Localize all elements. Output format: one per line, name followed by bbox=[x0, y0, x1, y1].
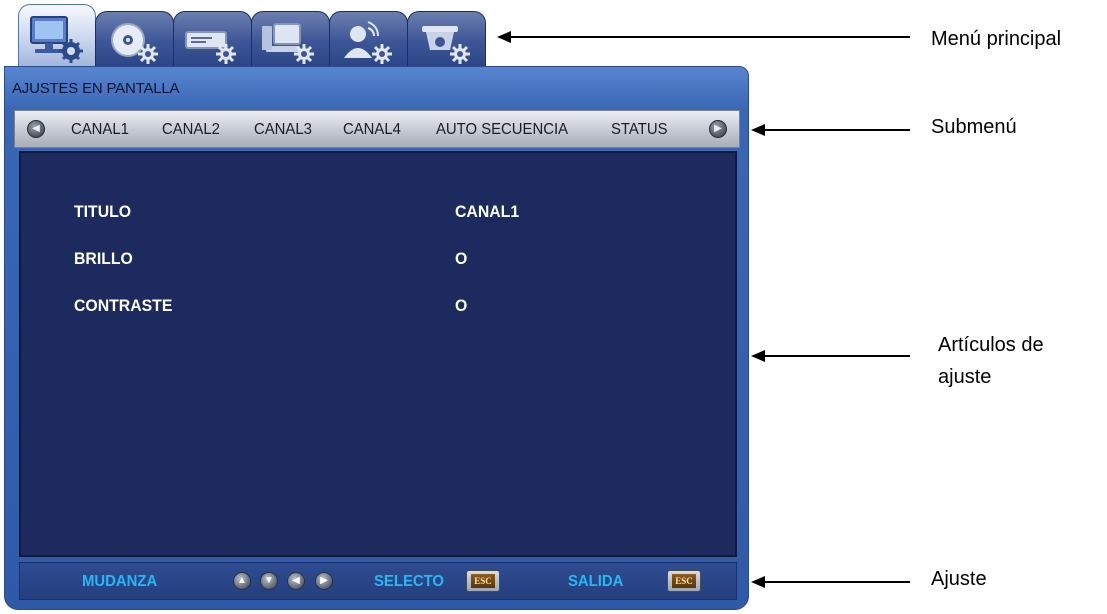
esc-key-label: ESC bbox=[471, 574, 495, 588]
submenu-item-status[interactable]: STATUS bbox=[611, 121, 667, 139]
select-key-button[interactable]: ESC bbox=[466, 570, 500, 592]
monitor-settings-icon bbox=[30, 16, 83, 63]
submenu-next-button[interactable]: ▶ bbox=[709, 120, 727, 138]
tab-disc[interactable] bbox=[95, 11, 174, 67]
tab-camera[interactable] bbox=[407, 11, 486, 67]
annotation-line-submenu bbox=[762, 129, 910, 131]
annotation-items-line1: Artículos de bbox=[938, 334, 1044, 356]
tab-computer[interactable] bbox=[251, 11, 330, 67]
setting-value-contraste[interactable]: O bbox=[455, 296, 467, 316]
submenu-item-auto-secuencia[interactable]: AUTO SECUENCIA bbox=[436, 121, 568, 139]
exit-label: SALIDA bbox=[568, 573, 624, 590]
submenu-bar: ◀ CANAL1 CANAL2 CANAL3 CANAL4 AUTO SECUE… bbox=[14, 110, 740, 148]
chevron-left-icon: ◀ bbox=[32, 123, 40, 134]
chevron-right-icon: ▶ bbox=[714, 123, 722, 134]
tab-user[interactable] bbox=[329, 11, 408, 67]
annotation-line-main-menu bbox=[508, 36, 910, 38]
annotation-submenu: Submenú bbox=[931, 116, 1017, 138]
annotation-main-menu: Menú principal bbox=[931, 28, 1062, 50]
recorder-settings-icon bbox=[185, 31, 236, 64]
arrow-up-icon: ▲ bbox=[233, 572, 251, 590]
setting-value-brillo[interactable]: O bbox=[455, 249, 467, 269]
setting-label-titulo: TITULO bbox=[74, 202, 132, 221]
tab-recorder[interactable] bbox=[173, 11, 252, 67]
computer-settings-icon bbox=[262, 23, 314, 64]
submenu-item-canal1[interactable]: CANAL1 bbox=[71, 121, 129, 139]
exit-key-button[interactable]: ESC bbox=[667, 570, 701, 592]
disc-settings-icon bbox=[111, 23, 158, 64]
annotation-line-adjust bbox=[762, 581, 910, 583]
move-label: MUDANZA bbox=[82, 573, 158, 590]
panel-title: AJUSTES EN PANTALLA bbox=[12, 80, 180, 97]
settings-content: TITULO CANAL1 BRILLO O CONTRASTE O bbox=[19, 151, 737, 557]
submenu-prev-button[interactable]: ◀ bbox=[27, 120, 45, 138]
annotation-items-line2: ajuste bbox=[938, 366, 992, 388]
submenu-item-canal4[interactable]: CANAL4 bbox=[343, 121, 401, 139]
setting-label-brillo: BRILLO bbox=[74, 249, 133, 268]
annotation-adjust: Ajuste bbox=[931, 568, 987, 590]
footer-bar: MUDANZA ▲ ▼ ◀ ▶ SELECTO ESC SALIDA ESC bbox=[19, 562, 737, 600]
setting-label-contraste: CONTRASTE bbox=[74, 296, 173, 315]
submenu-item-canal3[interactable]: CANAL3 bbox=[254, 121, 312, 139]
tab-display[interactable] bbox=[18, 4, 96, 68]
camera-settings-icon bbox=[422, 26, 470, 64]
submenu-item-canal2[interactable]: CANAL2 bbox=[162, 121, 220, 139]
arrow-down-icon: ▼ bbox=[260, 572, 278, 590]
annotation-line-items bbox=[762, 355, 910, 357]
user-network-settings-icon bbox=[344, 21, 392, 64]
esc-key-label: ESC bbox=[672, 574, 696, 588]
setting-value-titulo[interactable]: CANAL1 bbox=[455, 202, 519, 222]
arrow-left-icon: ◀ bbox=[287, 572, 305, 590]
arrow-right-icon: ▶ bbox=[315, 572, 333, 590]
select-label: SELECTO bbox=[374, 573, 445, 590]
